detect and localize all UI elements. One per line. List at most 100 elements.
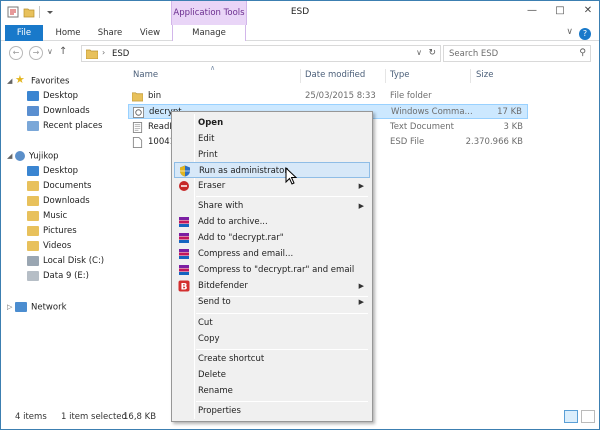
menu-label: Rename: [198, 386, 233, 396]
forward-button[interactable]: →: [29, 46, 43, 60]
menu-item-add-to-rar[interactable]: Add to "decrypt.rar": [174, 230, 370, 246]
help-icon[interactable]: ?: [579, 28, 591, 40]
details-view-button[interactable]: [564, 410, 578, 423]
window-controls: — □ ✕: [525, 4, 595, 18]
column-separator[interactable]: [300, 69, 301, 83]
menu-item-compress-to-rar-and-email[interactable]: Compress to "decrypt.rar" and email: [174, 262, 370, 278]
up-button[interactable]: ↑: [59, 46, 67, 57]
large-icons-view-button[interactable]: [581, 410, 595, 423]
nav-item-recent-places[interactable]: Recent places: [27, 119, 102, 133]
nav-user[interactable]: ◢ Yujikop: [7, 149, 59, 163]
menu-label: Send to: [198, 297, 231, 307]
menu-item-open[interactable]: Open: [174, 115, 370, 131]
table-row[interactable]: bin 25/03/2015 8:33 File folder: [128, 89, 528, 104]
menu-item-share-with[interactable]: Share with ▶: [174, 198, 370, 214]
menu-item-cut[interactable]: Cut: [174, 315, 370, 331]
address-bar[interactable]: › ESD ∨ ↻: [81, 45, 441, 62]
downloads-icon: [27, 105, 39, 116]
documents-icon: [27, 180, 39, 191]
menu-item-create-shortcut[interactable]: Create shortcut: [174, 351, 370, 367]
nav-item-documents[interactable]: Documents: [27, 179, 91, 193]
nav-item-videos[interactable]: Videos: [27, 239, 71, 253]
menu-item-run-as-administrator[interactable]: Run as administrator: [174, 162, 370, 178]
menu-label: Create shortcut: [198, 354, 265, 364]
breadcrumb-chevron-icon[interactable]: ›: [102, 48, 105, 57]
tab-manage[interactable]: Manage: [172, 25, 246, 41]
menu-label: Properties: [198, 406, 241, 416]
menu-label: Add to "decrypt.rar": [198, 233, 284, 243]
nav-item-downloads-2[interactable]: Downloads: [27, 194, 90, 208]
menu-item-add-to-archive[interactable]: Add to archive...: [174, 214, 370, 230]
sort-ascending-icon: ∧: [210, 64, 216, 72]
menu-label: Run as administrator: [199, 166, 288, 176]
submenu-arrow-icon: ▶: [358, 298, 364, 306]
drive-icon: [27, 270, 39, 281]
status-item-count: 4 items: [15, 412, 47, 422]
menu-item-send-to[interactable]: Send to ▶: [174, 294, 370, 310]
nav-item-desktop-2[interactable]: Desktop: [27, 164, 78, 178]
tab-share[interactable]: Share: [91, 25, 129, 41]
user-icon: [15, 151, 25, 161]
nav-item-data-drive[interactable]: Data 9 (E:): [27, 269, 89, 283]
context-menu: Open Edit Print Run as administrator Era…: [171, 111, 373, 422]
nav-favorites[interactable]: ◢ ★ Favorites: [7, 74, 69, 88]
folder-icon: [132, 92, 143, 102]
column-date-modified[interactable]: Date modified: [305, 70, 365, 80]
breadcrumb[interactable]: ESD: [112, 49, 129, 59]
menu-item-print[interactable]: Print: [174, 147, 370, 163]
navigation-pane: ◢ ★ Favorites Desktop Downloads Recent pla…: [1, 67, 126, 405]
column-size[interactable]: Size: [476, 70, 493, 80]
tab-file[interactable]: File: [5, 25, 43, 41]
menu-item-rename[interactable]: Rename: [174, 383, 370, 399]
search-input[interactable]: Search ESD: [449, 49, 498, 59]
search-box[interactable]: Search ESD ⚲: [443, 45, 591, 62]
maximize-button[interactable]: □: [553, 4, 567, 18]
menu-item-copy[interactable]: Copy: [174, 331, 370, 347]
file-size: 3 KB: [503, 122, 523, 132]
menu-label: Eraser: [198, 181, 226, 191]
music-icon: [27, 210, 39, 221]
network-icon: [15, 302, 27, 312]
column-separator[interactable]: [385, 69, 386, 83]
pictures-icon: [27, 225, 39, 236]
column-type[interactable]: Type: [390, 70, 410, 80]
menu-label: Compress to "decrypt.rar" and email: [198, 265, 355, 275]
nav-label: Favorites: [31, 76, 70, 87]
nav-item-music[interactable]: Music: [27, 209, 67, 223]
menu-item-properties[interactable]: Properties: [174, 403, 370, 419]
menu-item-delete[interactable]: Delete: [174, 367, 370, 383]
nav-label: Recent places: [43, 121, 103, 131]
recent-locations-icon[interactable]: ∨: [47, 47, 53, 56]
nav-item-pictures[interactable]: Pictures: [27, 224, 77, 238]
menu-separator: [196, 313, 368, 314]
nav-network[interactable]: ▷ Network: [7, 300, 67, 314]
nav-item-desktop[interactable]: Desktop: [27, 89, 78, 103]
tab-view[interactable]: View: [133, 25, 167, 41]
nav-item-downloads[interactable]: Downloads: [27, 104, 90, 118]
tab-home[interactable]: Home: [48, 25, 88, 41]
nav-item-local-disk[interactable]: Local Disk (C:): [27, 254, 104, 268]
ribbon-expand-icon[interactable]: ∨: [566, 27, 573, 37]
menu-item-eraser[interactable]: Eraser ▶: [174, 178, 370, 194]
minimize-button[interactable]: —: [525, 4, 539, 18]
status-selected: 1 item selected: [61, 412, 127, 422]
expand-caret-icon[interactable]: ◢: [7, 149, 15, 163]
refresh-icon[interactable]: ↻: [428, 48, 436, 58]
address-dropdown-icon[interactable]: ∨: [416, 48, 422, 57]
menu-label: Delete: [198, 370, 226, 380]
menu-item-compress-and-email[interactable]: Compress and email...: [174, 246, 370, 262]
uac-shield-icon: [180, 165, 190, 177]
desktop-icon: [27, 165, 39, 176]
svg-text:B: B: [181, 283, 188, 293]
column-separator[interactable]: [470, 69, 471, 83]
back-button[interactable]: ←: [9, 46, 23, 60]
menu-item-edit[interactable]: Edit: [174, 131, 370, 147]
expand-caret-icon[interactable]: ▷: [7, 300, 15, 314]
downloads-icon: [27, 195, 39, 206]
menu-item-bitdefender[interactable]: B Bitdefender ▶: [174, 278, 370, 294]
menu-label: Print: [198, 150, 218, 160]
expand-caret-icon[interactable]: ◢: [7, 74, 15, 88]
close-button[interactable]: ✕: [581, 4, 595, 18]
column-name[interactable]: Name: [133, 70, 158, 80]
nav-label: Data 9 (E:): [43, 271, 89, 281]
